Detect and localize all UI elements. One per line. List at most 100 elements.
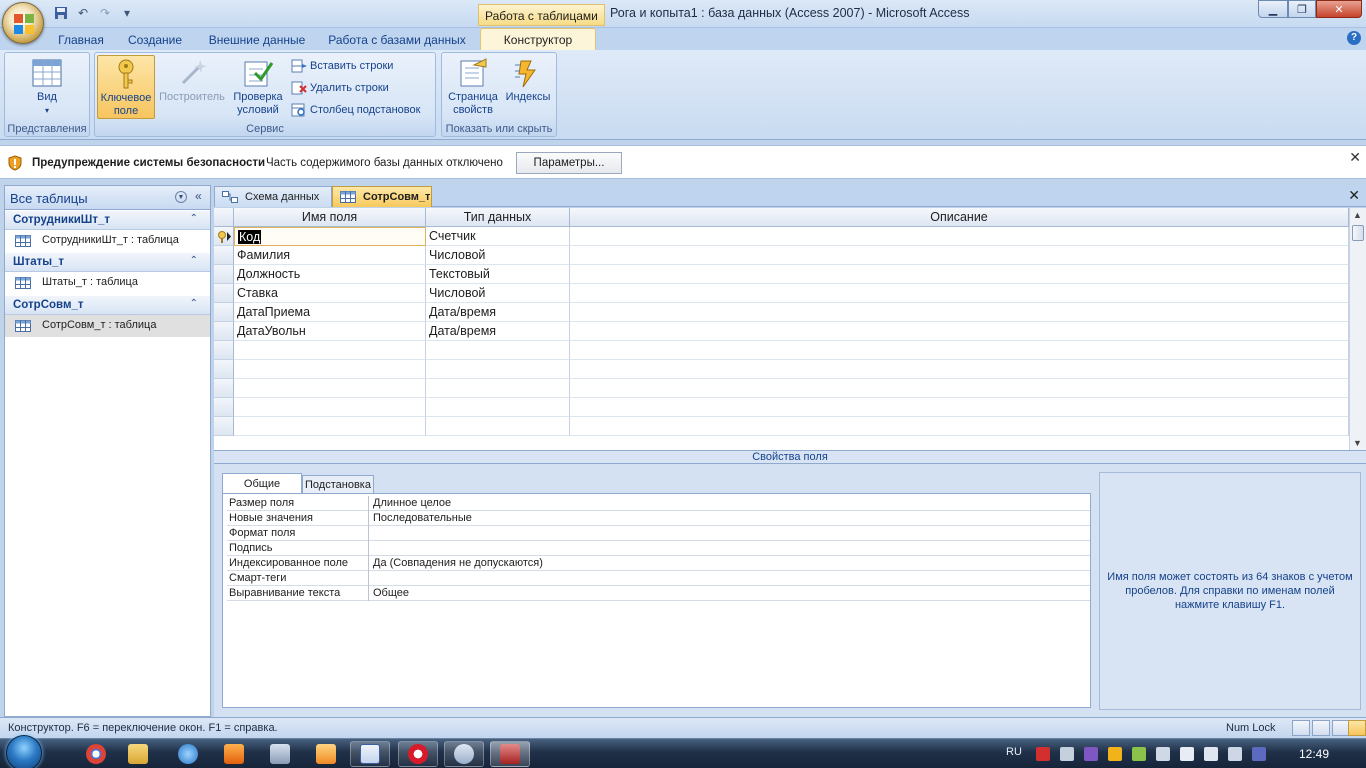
antivirus-icon[interactable] bbox=[1036, 747, 1050, 761]
nav-group-header[interactable]: СотрудникиШт_т ⌃ bbox=[5, 211, 210, 230]
redo-icon[interactable]: ↷ bbox=[96, 4, 114, 22]
undo-icon[interactable]: ↶ bbox=[74, 4, 92, 22]
description-cell[interactable] bbox=[570, 379, 1349, 398]
flag-icon[interactable] bbox=[1180, 747, 1194, 761]
taskbar-media[interactable] bbox=[214, 741, 254, 767]
property-value[interactable]: Да (Совпадения не допускаются) bbox=[373, 556, 1089, 571]
security-options-button[interactable]: Параметры... bbox=[516, 152, 622, 174]
test-rules-button[interactable]: Проверка условий bbox=[229, 55, 287, 119]
tray-app-icon[interactable] bbox=[1228, 747, 1242, 761]
row-selector[interactable] bbox=[214, 303, 234, 322]
table-row[interactable]: ДатаПриема Дата/время bbox=[214, 303, 1349, 322]
data-type-cell[interactable]: Числовой bbox=[426, 246, 570, 265]
description-cell[interactable] bbox=[570, 265, 1349, 284]
data-type-cell[interactable] bbox=[426, 398, 570, 417]
property-row[interactable]: Формат поля bbox=[227, 526, 1090, 541]
table-row[interactable]: Ставка Числовой bbox=[214, 284, 1349, 303]
table-row[interactable] bbox=[214, 379, 1349, 398]
tab-external-data[interactable]: Внешние данные bbox=[204, 30, 310, 50]
taskbar-app[interactable] bbox=[260, 741, 300, 767]
table-row[interactable] bbox=[214, 417, 1349, 436]
row-selector[interactable] bbox=[214, 341, 234, 360]
doc-tab-table[interactable]: СотрСовм_т bbox=[332, 186, 432, 207]
field-name-cell[interactable]: Фамилия bbox=[234, 246, 426, 265]
data-type-cell[interactable]: Дата/время bbox=[426, 322, 570, 341]
taskbar-app[interactable] bbox=[398, 741, 438, 767]
restore-icon[interactable]: ❐ bbox=[1288, 0, 1316, 18]
data-type-cell[interactable] bbox=[426, 417, 570, 436]
close-window-icon[interactable]: ✕ bbox=[1316, 0, 1362, 18]
field-name-cell[interactable] bbox=[234, 341, 426, 360]
office-button[interactable] bbox=[2, 2, 44, 44]
data-type-cell[interactable] bbox=[426, 341, 570, 360]
tray-app-icon[interactable] bbox=[1204, 747, 1218, 761]
doc-tab-relationships[interactable]: Схема данных bbox=[214, 186, 332, 207]
close-icon[interactable]: ✕ bbox=[1349, 149, 1361, 166]
description-cell[interactable] bbox=[570, 284, 1349, 303]
nav-group-header[interactable]: СотрСовм_т ⌃ bbox=[5, 296, 210, 315]
taskbar-access[interactable] bbox=[490, 741, 530, 767]
description-cell[interactable] bbox=[570, 303, 1349, 322]
taskbar-app[interactable] bbox=[306, 741, 346, 767]
row-selector[interactable] bbox=[214, 246, 234, 265]
tab-create[interactable]: Создание bbox=[122, 30, 188, 50]
table-row[interactable] bbox=[214, 341, 1349, 360]
table-row[interactable]: Должность Текстовый bbox=[214, 265, 1349, 284]
description-cell[interactable] bbox=[570, 417, 1349, 436]
help-icon[interactable]: ? bbox=[1347, 31, 1361, 45]
description-cell[interactable] bbox=[570, 360, 1349, 379]
nav-item-selected[interactable]: СотрСовм_т : таблица bbox=[5, 315, 210, 337]
row-selector[interactable] bbox=[214, 379, 234, 398]
property-value[interactable]: Длинное целое bbox=[373, 496, 1089, 511]
pivot-table-view-icon[interactable] bbox=[1312, 720, 1330, 736]
property-row[interactable]: Индексированное поле Да (Совпадения не до… bbox=[227, 556, 1090, 571]
close-icon[interactable]: ✕ bbox=[1348, 187, 1360, 204]
taskbar-app[interactable] bbox=[444, 741, 484, 767]
chevron-down-icon[interactable]: ▼ bbox=[175, 191, 187, 203]
builder-button[interactable]: Построитель bbox=[157, 55, 227, 119]
data-type-cell[interactable]: Счетчик bbox=[426, 227, 570, 246]
row-selector[interactable] bbox=[214, 417, 234, 436]
tray-app-icon[interactable] bbox=[1132, 747, 1146, 761]
taskbar-explorer[interactable] bbox=[118, 741, 158, 767]
tab-home[interactable]: Главная bbox=[52, 30, 110, 50]
primary-key-button[interactable]: Ключевое поле bbox=[97, 55, 155, 119]
row-selector[interactable] bbox=[214, 322, 234, 341]
field-name-cell[interactable] bbox=[234, 379, 426, 398]
field-name-cell[interactable] bbox=[234, 398, 426, 417]
property-row[interactable]: Смарт-теги bbox=[227, 571, 1090, 586]
property-row[interactable]: Новые значения Последовательные bbox=[227, 511, 1090, 526]
field-name-cell[interactable]: Код bbox=[234, 227, 426, 246]
column-header-field-name[interactable]: Имя поля bbox=[234, 208, 426, 227]
datasheet-view-icon[interactable] bbox=[1292, 720, 1310, 736]
shutter-bar-collapse-icon[interactable]: « bbox=[195, 189, 202, 203]
row-selector[interactable] bbox=[214, 284, 234, 303]
table-row[interactable] bbox=[214, 398, 1349, 417]
tab-general[interactable]: Общие bbox=[222, 473, 302, 494]
taskbar-word[interactable] bbox=[350, 741, 390, 767]
data-type-cell[interactable]: Текстовый bbox=[426, 265, 570, 284]
description-cell[interactable] bbox=[570, 227, 1349, 246]
row-selector[interactable] bbox=[214, 360, 234, 379]
field-name-cell[interactable]: Должность bbox=[234, 265, 426, 284]
property-value[interactable] bbox=[373, 541, 1089, 556]
table-row[interactable]: Фамилия Числовой bbox=[214, 246, 1349, 265]
description-cell[interactable] bbox=[570, 398, 1349, 417]
insert-rows-button[interactable]: Вставить строки bbox=[291, 57, 393, 75]
tab-design[interactable]: Конструктор bbox=[480, 28, 596, 50]
nav-item[interactable]: Штаты_т : таблица bbox=[5, 272, 210, 294]
nav-pane-header[interactable]: Все таблицы ▼ « bbox=[5, 186, 210, 210]
field-name-cell[interactable] bbox=[234, 360, 426, 379]
field-name-cell[interactable]: ДатаУвольн bbox=[234, 322, 426, 341]
tray-app-icon[interactable] bbox=[1108, 747, 1122, 761]
view-button[interactable]: Вид ▾ bbox=[11, 55, 83, 119]
indexes-button[interactable]: Индексы bbox=[502, 55, 554, 119]
volume-icon[interactable] bbox=[1060, 747, 1074, 761]
select-all-cell[interactable] bbox=[214, 208, 234, 227]
column-header-description[interactable]: Описание bbox=[570, 208, 1349, 227]
table-row[interactable]: Код Счетчик bbox=[214, 227, 1349, 246]
data-type-cell[interactable]: Числовой bbox=[426, 284, 570, 303]
field-name-cell[interactable] bbox=[234, 417, 426, 436]
lookup-column-button[interactable]: Столбец подстановок bbox=[291, 101, 420, 119]
row-selector[interactable] bbox=[214, 265, 234, 284]
